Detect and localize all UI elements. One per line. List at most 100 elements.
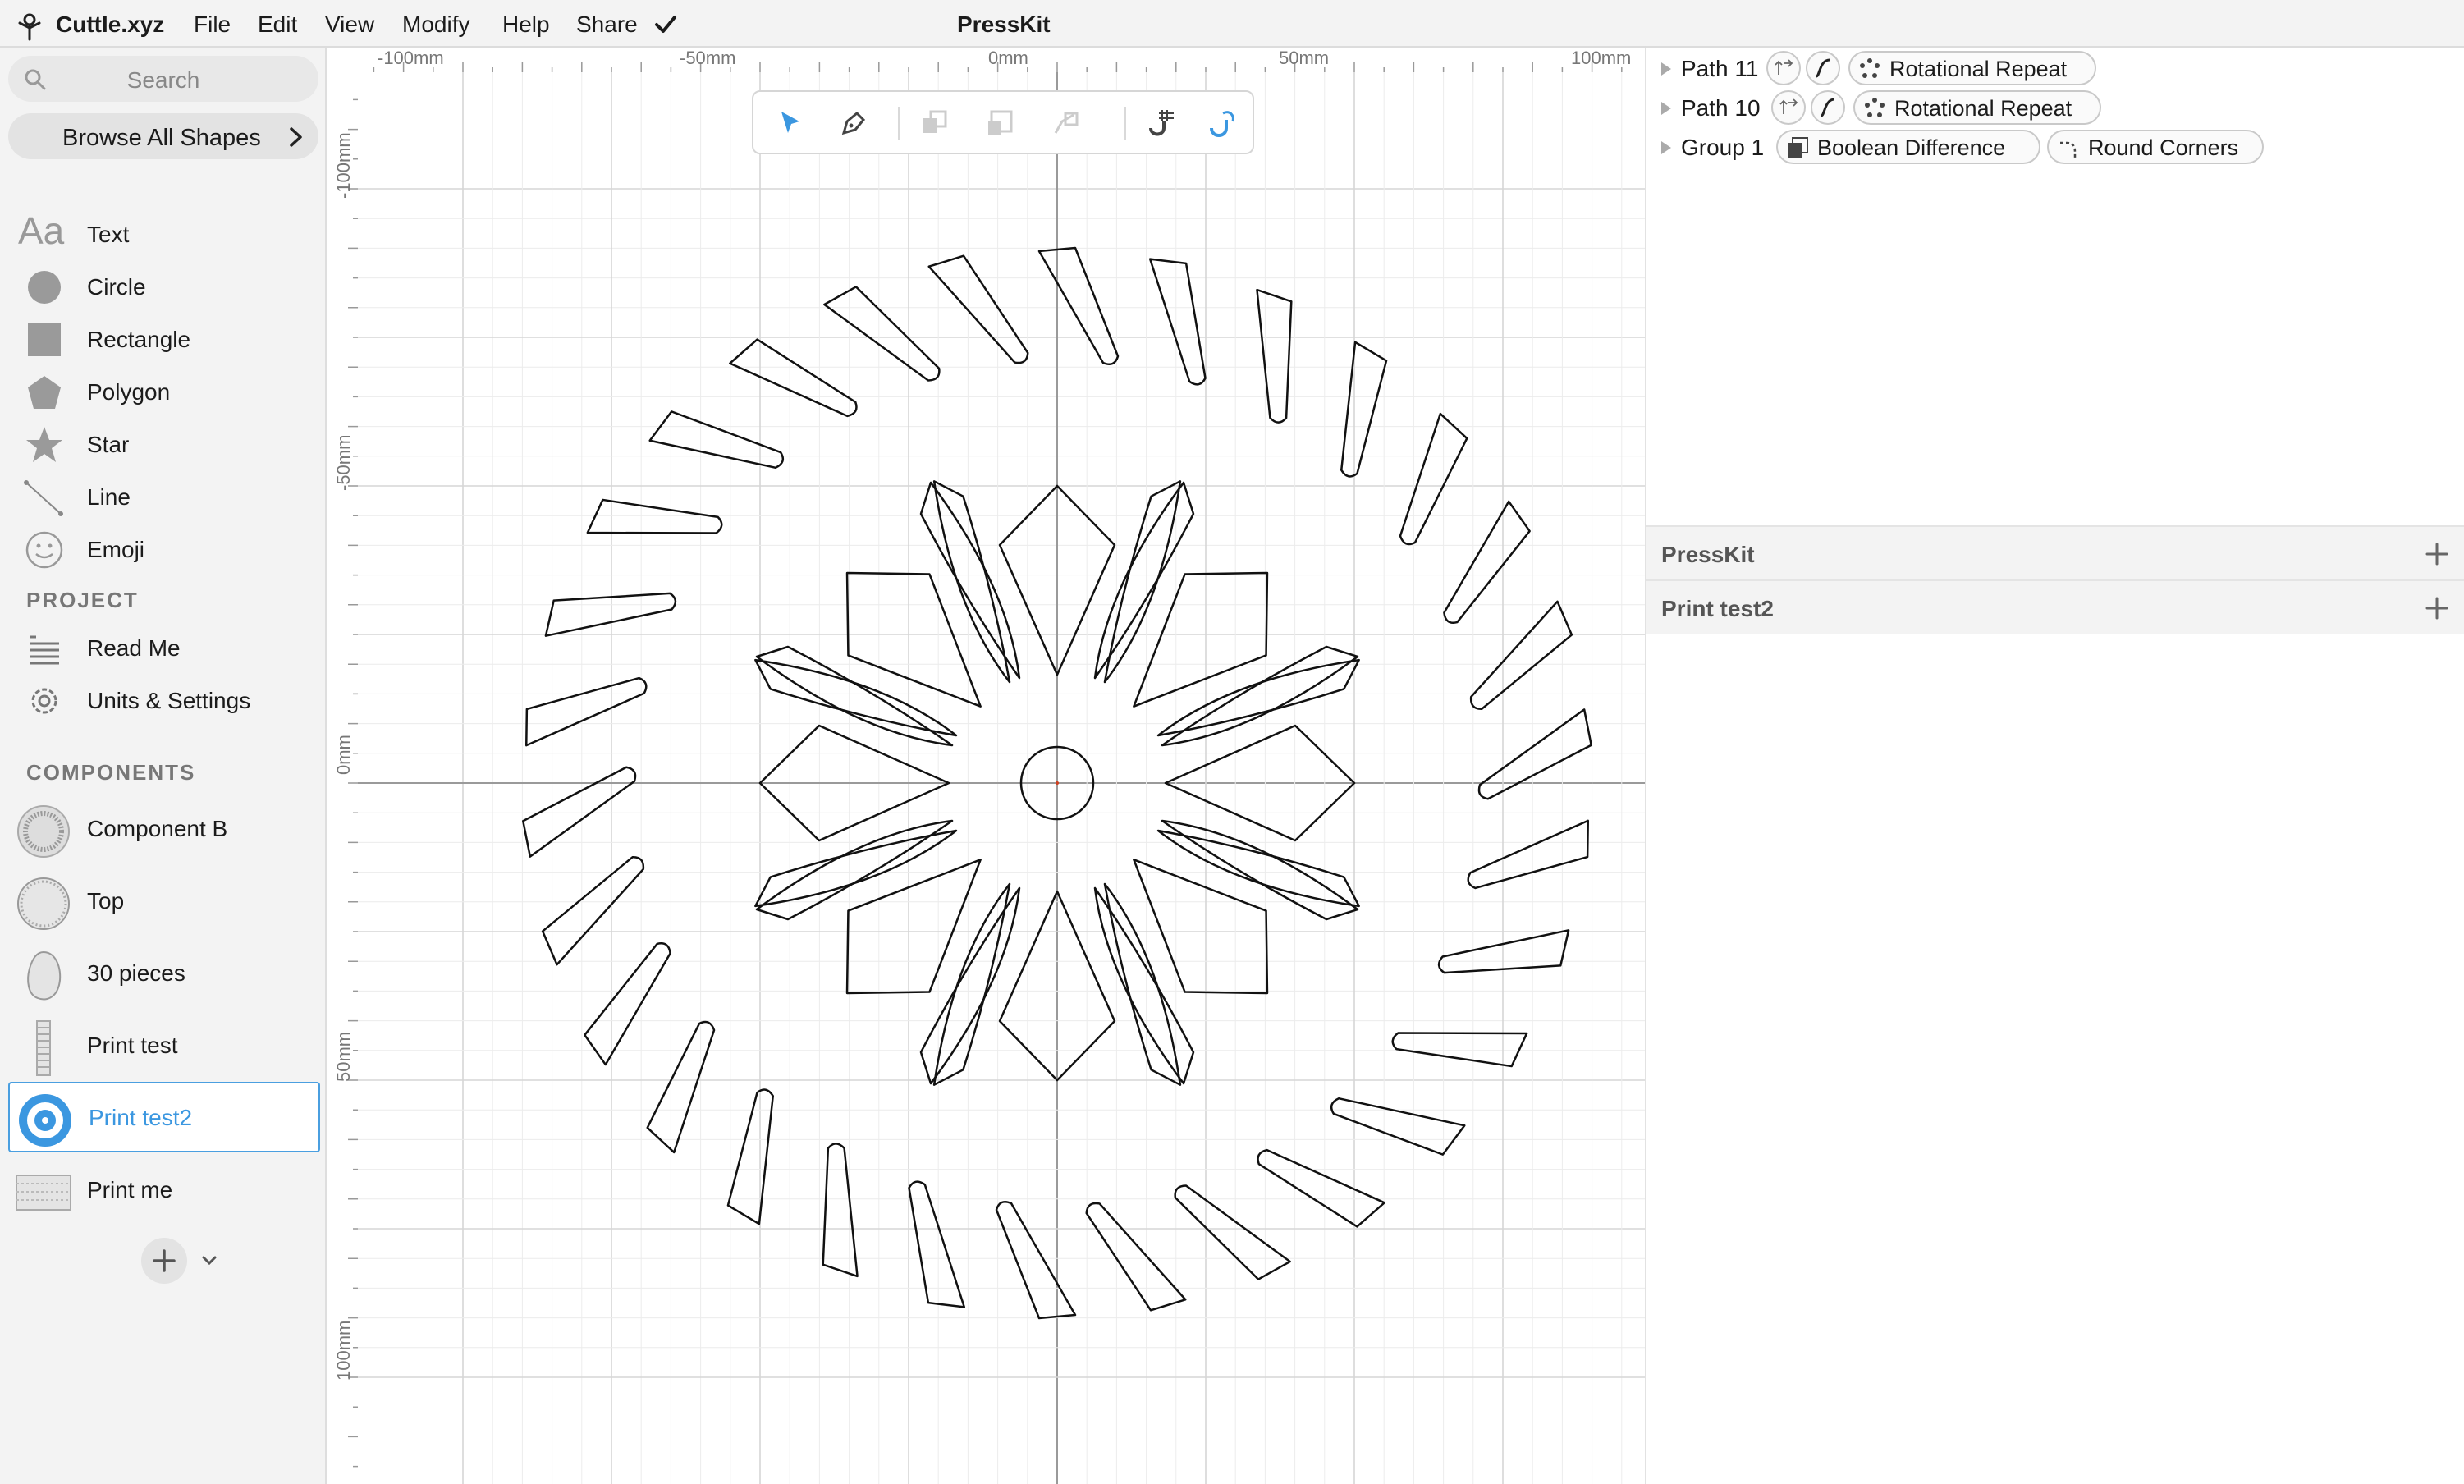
snap-magnet-icon[interactable] xyxy=(1202,103,1241,143)
outer-blade-shape[interactable] xyxy=(1411,500,1551,626)
outer-blade-shape[interactable] xyxy=(1254,1111,1386,1252)
pane-presskit[interactable]: PressKit xyxy=(1646,525,2464,579)
outer-blade-shape[interactable] xyxy=(823,269,942,408)
transform-chip[interactable] xyxy=(1766,51,1801,85)
outer-blade-shape[interactable] xyxy=(1172,1158,1291,1297)
outer-blade-shape[interactable] xyxy=(648,380,787,516)
shape-item-star[interactable]: Star xyxy=(0,419,327,468)
origin-marker[interactable] xyxy=(1056,781,1059,785)
modifier-round-corners[interactable]: Round Corners xyxy=(2047,130,2264,164)
outer-blade-shape[interactable] xyxy=(1436,895,1572,1006)
inner-spike-shape[interactable] xyxy=(1093,481,1195,680)
inner-spike-shape[interactable] xyxy=(755,645,954,747)
curve-chip[interactable] xyxy=(1811,90,1845,125)
inner-spike-shape[interactable] xyxy=(1035,474,1243,684)
transform-chip[interactable] xyxy=(1771,90,1806,125)
snap-grid-icon[interactable] xyxy=(1141,103,1180,143)
outer-blade-shape[interactable] xyxy=(995,1201,1077,1320)
scale-icon[interactable] xyxy=(980,103,1019,143)
inner-spike-shape[interactable] xyxy=(749,598,958,805)
inner-spike-shape[interactable] xyxy=(1093,886,1195,1085)
project-item-read-me[interactable]: Read Me xyxy=(0,622,327,671)
layer-row-path-11[interactable]: Path 11 Rotational Repeat xyxy=(1646,49,2464,89)
component-item-component-b[interactable]: Component B xyxy=(8,795,320,865)
chevron-down-icon[interactable] xyxy=(200,1254,218,1267)
shape-item-text[interactable]: Aa Text xyxy=(0,208,327,258)
outer-blade-shape[interactable] xyxy=(1472,708,1596,800)
component-item-print-test[interactable]: Print test xyxy=(8,1011,320,1082)
shape-item-emoji[interactable]: Emoji xyxy=(0,524,327,573)
send-back-icon[interactable] xyxy=(914,103,954,143)
menu-file[interactable]: File xyxy=(194,11,231,38)
design-canvas[interactable]: -100mm -50mm 0mm 50mm 100mm -100mm -50mm… xyxy=(328,48,1645,1484)
shape-item-rectangle[interactable]: Rectangle xyxy=(0,314,327,363)
inner-spike-shape[interactable] xyxy=(1156,598,1366,805)
inner-spike-shape[interactable] xyxy=(1161,819,1359,921)
menu-view[interactable]: View xyxy=(325,11,374,38)
outer-blade-shape[interactable] xyxy=(1085,1189,1187,1319)
plus-icon[interactable] xyxy=(2425,596,2449,621)
inner-spike-shape[interactable] xyxy=(755,819,954,921)
inner-spike-shape[interactable] xyxy=(1156,761,1366,969)
browse-all-shapes-button[interactable]: Browse All Shapes xyxy=(8,113,318,159)
menu-help[interactable]: Help xyxy=(502,11,550,38)
inner-spike-shape[interactable] xyxy=(749,761,958,969)
select-tool-icon[interactable] xyxy=(770,103,809,143)
shape-item-circle[interactable]: Circle xyxy=(0,261,327,310)
curve-chip[interactable] xyxy=(1806,51,1840,85)
shape-item-line[interactable]: Line xyxy=(0,471,327,520)
component-item-print-me[interactable]: Print me xyxy=(8,1156,320,1226)
outer-blade-shape[interactable] xyxy=(1356,411,1495,547)
plus-icon[interactable] xyxy=(2425,542,2449,566)
inner-spike-shape[interactable] xyxy=(919,481,1021,680)
inner-petal-shape[interactable] xyxy=(807,533,1022,748)
project-item-units-settings[interactable]: Units & Settings xyxy=(0,675,327,724)
outer-blade-shape[interactable] xyxy=(519,766,643,858)
add-component-button[interactable] xyxy=(141,1238,187,1284)
inner-spike-shape[interactable] xyxy=(872,882,1079,1092)
component-item-top[interactable]: Top xyxy=(8,867,320,937)
outer-blade-shape[interactable] xyxy=(1127,256,1228,387)
pen-tool-icon[interactable] xyxy=(834,103,873,143)
menu-modify[interactable]: Modify xyxy=(402,11,469,38)
outer-blade-shape[interactable] xyxy=(927,247,1029,378)
outer-blade-shape[interactable] xyxy=(1450,600,1585,712)
outer-blade-shape[interactable] xyxy=(728,314,860,455)
outer-blade-shape[interactable] xyxy=(619,1018,758,1154)
inner-spike-shape[interactable] xyxy=(872,474,1079,684)
outer-blade-shape[interactable] xyxy=(523,666,648,757)
modifier-rotational-repeat[interactable]: Rotational Repeat xyxy=(1848,51,2096,85)
canvas-drawing[interactable]: -100mm -50mm 0mm 50mm 100mm -100mm -50mm… xyxy=(328,48,1645,1484)
app-brand[interactable]: Cuttle.xyz xyxy=(56,11,164,38)
rotate-icon[interactable] xyxy=(1046,103,1085,143)
modifier-boolean-difference[interactable]: Boolean Difference xyxy=(1776,130,2040,164)
outer-blade-shape[interactable] xyxy=(1037,246,1120,365)
outer-blade-shape[interactable] xyxy=(543,560,678,671)
layer-row-path-10[interactable]: Path 10 Rotational Repeat xyxy=(1646,89,2464,128)
cuttle-logo-icon[interactable] xyxy=(13,10,46,43)
search-input[interactable]: Search xyxy=(8,56,318,102)
inner-spike-shape[interactable] xyxy=(919,886,1021,1085)
inner-spike-shape[interactable] xyxy=(1035,882,1243,1092)
component-item-30-pieces[interactable]: 30 pieces xyxy=(8,939,320,1010)
inner-petal-shape[interactable] xyxy=(807,819,1022,1034)
inner-petal-shape[interactable] xyxy=(1093,819,1308,1034)
outer-blade-shape[interactable] xyxy=(1328,1050,1468,1186)
component-item-print-test2[interactable]: Print test2 xyxy=(8,1082,320,1152)
expand-triangle-icon[interactable] xyxy=(1660,140,1673,156)
shape-item-polygon[interactable]: Polygon xyxy=(0,366,327,415)
outer-blade-shape[interactable] xyxy=(886,1180,987,1311)
menu-share[interactable]: Share xyxy=(576,11,638,38)
pane-print-test2[interactable]: Print test2 xyxy=(1646,579,2464,634)
outer-blade-shape[interactable] xyxy=(529,854,665,966)
inner-spike-shape[interactable] xyxy=(1161,645,1359,747)
outer-blade-shape[interactable] xyxy=(563,940,703,1066)
outer-blade-shape[interactable] xyxy=(1467,808,1592,899)
outer-blade-shape[interactable] xyxy=(584,463,725,589)
inner-petal-shape[interactable] xyxy=(1093,533,1308,748)
menu-edit[interactable]: Edit xyxy=(258,11,297,38)
layer-row-group-1[interactable]: Group 1 Boolean Difference Round Corners xyxy=(1646,128,2464,167)
expand-triangle-icon[interactable] xyxy=(1660,61,1673,77)
expand-triangle-icon[interactable] xyxy=(1660,100,1673,117)
outer-blade-shape[interactable] xyxy=(1390,977,1530,1103)
